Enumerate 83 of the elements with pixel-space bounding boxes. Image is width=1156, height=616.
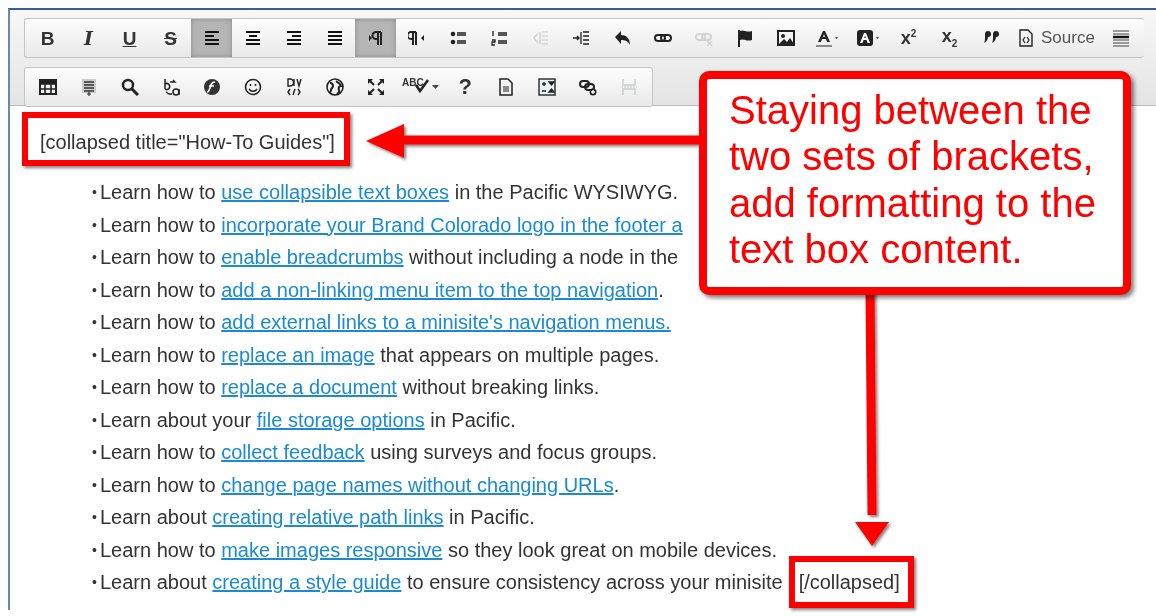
list-item: Learn how to replace a document without breaking links.	[100, 375, 600, 400]
bullet: •	[92, 215, 98, 235]
text-color-icon	[814, 29, 839, 47]
align-left-button[interactable]	[191, 19, 232, 57]
source-button[interactable]: Source	[1011, 19, 1101, 57]
list-item: Learn about creating a style guide to ensure consistency across your minisite	[100, 570, 783, 595]
link[interactable]: change page names without changing URLs	[221, 473, 614, 496]
bullet: •	[92, 378, 98, 398]
replace-icon	[161, 78, 180, 96]
smiley-icon	[243, 78, 262, 96]
align-center-icon	[243, 29, 262, 47]
align-left-icon	[202, 29, 221, 47]
link[interactable]: make images responsive	[221, 538, 443, 561]
bullet: •	[92, 280, 98, 300]
bold-button[interactable]: B	[27, 19, 68, 57]
link[interactable]: creating a style guide	[212, 571, 402, 594]
bullet: •	[92, 313, 98, 333]
link[interactable]: file storage options	[256, 408, 425, 431]
bullet: •	[92, 443, 98, 463]
find-icon	[120, 78, 139, 96]
rtl-icon	[407, 29, 426, 47]
italic-button[interactable]: I	[68, 19, 109, 57]
bullet: •	[92, 573, 98, 593]
more-icon	[1112, 29, 1131, 47]
bullet: •	[92, 345, 98, 365]
caret-icon	[431, 84, 439, 90]
bullet: •	[92, 475, 98, 495]
div-icon	[284, 78, 303, 96]
globe-icon	[325, 78, 344, 96]
shortcode-text: [collapsed title="How-To Guides"]	[40, 130, 335, 154]
list-item: Learn how to add external links to a minisite's navigation menus.	[100, 310, 671, 335]
link[interactable]: enable breadcrumbs	[221, 246, 404, 269]
bullet: •	[92, 540, 98, 560]
link-add-icon	[579, 78, 598, 96]
template-icon	[79, 78, 98, 96]
list-item: Learn how to enable breadcrumbs without including a node in the	[100, 245, 679, 270]
document-icon	[497, 78, 516, 96]
maximize-icon	[366, 78, 385, 96]
list-item: Learn about your file storage options in Pacific.	[100, 407, 516, 432]
source-icon	[1017, 29, 1035, 47]
link[interactable]: creating relative path links	[212, 506, 444, 529]
spellcheck-button[interactable]: ABC	[396, 68, 445, 106]
link[interactable]: collect feedback	[221, 441, 365, 464]
numbered-list-icon	[489, 29, 508, 47]
page-break-icon	[620, 78, 639, 96]
bullet: •	[92, 410, 98, 430]
underline-button[interactable]: U	[109, 19, 150, 57]
link[interactable]: replace an image	[221, 343, 375, 366]
sort-icon	[538, 78, 557, 96]
table-icon	[38, 78, 57, 96]
list-item: Learn how to collect feedback using surveys and focus groups.	[100, 440, 657, 465]
list-item: Learn how to make images responsive so they look great on mobile devices.	[100, 537, 778, 562]
link[interactable]: replace a document	[221, 376, 397, 399]
callout-box: Staying between the two sets of brackets, add formatting to the text box content.	[699, 71, 1131, 295]
list-item: Learn how to replace an image that appears on multiple pages.	[100, 342, 660, 367]
link[interactable]: incorporate your Brand Colorado logo in the footer a	[221, 213, 683, 236]
link[interactable]: use collapsible text boxes	[221, 181, 450, 204]
undo-icon	[612, 29, 631, 47]
indent-icon	[571, 29, 590, 47]
align-right-icon	[284, 29, 303, 47]
link[interactable]: add external links to a minisite's navigation menus.	[221, 311, 671, 334]
superscript-button[interactable]: x$^{2}$	[888, 19, 929, 57]
subscript-button[interactable]: x$_{2}$	[929, 19, 970, 57]
link[interactable]: add a non-linking menu item to the top navigation	[221, 278, 659, 301]
bullet: •	[92, 248, 98, 268]
anchor-icon	[735, 29, 754, 47]
ltr-icon	[366, 29, 385, 47]
justify-icon	[325, 29, 344, 47]
flash-icon	[202, 78, 221, 96]
bullet: •	[92, 508, 98, 528]
help-button[interactable]: ?	[444, 68, 486, 106]
bullet: •	[92, 183, 98, 203]
list-item: Learn about creating relative path links in Pacific.	[100, 505, 535, 530]
list-item: Learn how to use collapsible text boxes in the Pacific WYSIWYG.	[100, 180, 679, 205]
shortcode-text: [/collapsed]	[798, 570, 900, 595]
image-icon	[776, 29, 795, 47]
background-color-icon	[855, 29, 880, 47]
strike-button[interactable]: S	[150, 19, 191, 57]
list-item: Learn how to change page names without changing URLs.	[100, 472, 620, 497]
ltr-button[interactable]	[355, 19, 396, 57]
list-item: Learn how to incorporate your Brand Colorado logo in the footer a	[100, 212, 683, 237]
list-item: Learn how to add a non-linking menu item to the top navigation.	[100, 277, 664, 302]
bulleted-list-icon	[448, 29, 467, 47]
